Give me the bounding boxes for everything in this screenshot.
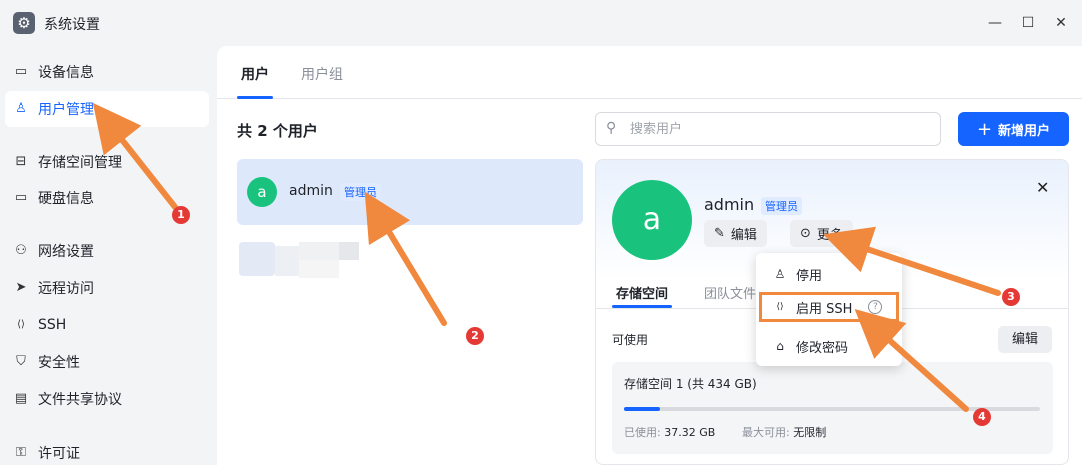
- sidebar-item-label: 文件共享协议: [38, 392, 122, 408]
- tab-underline: [237, 96, 273, 99]
- sidebar-item-file-sharing[interactable]: ▤ 文件共享协议: [5, 381, 209, 417]
- user-list-item[interactable]: a admin 管理员: [237, 159, 583, 225]
- annotation-marker: 1: [172, 206, 190, 224]
- sidebar-item-label: 安全性: [38, 355, 80, 371]
- search-box[interactable]: ⚲: [595, 112, 941, 146]
- sidebar-item-label: 用户管理: [38, 102, 94, 118]
- user-icon: ♙: [15, 101, 27, 116]
- sidebar-item-network[interactable]: ⚇ 网络设置: [5, 233, 209, 269]
- close-button[interactable]: ✕: [1050, 12, 1072, 34]
- sidebar-item-storage[interactable]: ⊟ 存储空间管理: [5, 144, 209, 180]
- sidebar-item-user-management[interactable]: ♙ 用户管理: [5, 91, 209, 127]
- sidebar-item-label: 网络设置: [38, 244, 94, 260]
- max-value: 无限制: [793, 426, 827, 439]
- add-user-button[interactable]: + 新增用户: [958, 112, 1069, 146]
- sidebar-item-label: SSH: [38, 317, 67, 333]
- minimize-button[interactable]: —: [984, 12, 1006, 34]
- used-info: 已使用: 37.32 GB: [624, 424, 715, 440]
- annotation-marker: 4: [973, 408, 991, 426]
- plus-icon: +: [976, 118, 993, 140]
- storage-usage-fill: [624, 407, 660, 411]
- sidebar-item-license[interactable]: ⚿ 许可证: [5, 435, 209, 465]
- avatar: a: [247, 177, 277, 207]
- menu-item-change-password[interactable]: ⌂ 修改密码: [762, 331, 896, 361]
- max-label: 最大可用:: [742, 426, 790, 439]
- sidebar-item-ssh[interactable]: ⟨⟩ SSH: [5, 307, 209, 343]
- menu-item-label: 停用: [796, 268, 823, 284]
- sidebar-item-label: 远程访问: [38, 281, 94, 297]
- storage-name: 存储空间 1 (共 434 GB): [624, 377, 757, 391]
- menu-item-label: 修改密码: [796, 340, 849, 356]
- menu-item-enable-ssh[interactable]: ⟨⟩ 启用 SSH ?: [759, 292, 899, 322]
- send-icon: ➤: [15, 280, 27, 295]
- sidebar-item-remote-access[interactable]: ➤ 远程访问: [5, 270, 209, 306]
- tab-bar: 用户 用户组: [217, 46, 1082, 99]
- user-name: admin: [289, 183, 333, 199]
- sidebar-item-label: 硬盘信息: [38, 191, 94, 207]
- shield-icon: ⛉: [16, 354, 26, 369]
- storage-icon: ⊟: [15, 154, 27, 169]
- file-icon: ▤: [14, 391, 28, 406]
- key-icon: ⚿: [16, 445, 26, 460]
- edit-label: 编辑: [730, 228, 757, 243]
- code-icon: ⟨⟩: [17, 319, 25, 330]
- more-button[interactable]: ⊙ 更多: [790, 220, 853, 247]
- annotation-marker: 3: [1002, 288, 1020, 306]
- sidebar-item-label: 存储空间管理: [38, 155, 122, 171]
- tab-team-files[interactable]: 团队文件: [704, 283, 756, 302]
- add-user-label: 新增用户: [998, 123, 1051, 139]
- network-icon: ⚇: [15, 243, 27, 258]
- sidebar-item-security[interactable]: ⛉ 安全性: [5, 344, 209, 380]
- lock-icon: ⌂: [776, 339, 784, 353]
- drive-icon: ▭: [14, 64, 28, 79]
- gear-icon: ⚙: [13, 12, 35, 34]
- sidebar: ▭ 设备信息 ♙ 用户管理 ⊟ 存储空间管理 ▭ 硬盘信息 ⚇ 网络设置 ➤ 远…: [0, 46, 217, 465]
- maximize-button[interactable]: ☐: [1017, 12, 1039, 34]
- user-disable-icon: ♙: [774, 267, 786, 281]
- storage-card: 存储空间 1 (共 434 GB) 已使用: 37.32 GB 最大可用: 无限…: [612, 362, 1053, 454]
- used-value: 37.32 GB: [664, 426, 716, 439]
- sidebar-item-label: 设备信息: [38, 65, 94, 81]
- used-label: 已使用:: [624, 426, 661, 439]
- sidebar-item-device-info[interactable]: ▭ 设备信息: [5, 54, 209, 90]
- max-info: 最大可用: 无限制: [742, 424, 826, 440]
- help-icon[interactable]: ?: [868, 300, 883, 314]
- window-title: 系统设置: [44, 17, 100, 33]
- main-panel: 用户 用户组 共 2 个用户 a admin 管理员 ⚲ + 新增用户 ✕ a …: [217, 46, 1082, 465]
- sidebar-item-label: 许可证: [38, 446, 80, 462]
- tab-storage[interactable]: 存储空间: [616, 283, 668, 302]
- tab-users[interactable]: 用户: [241, 64, 269, 84]
- close-icon[interactable]: ✕: [1036, 178, 1049, 197]
- code-icon: ⟨⟩: [776, 302, 784, 312]
- disk-icon: ▭: [14, 190, 28, 205]
- search-icon: ⚲: [606, 120, 617, 136]
- title-bar: ⚙ 系统设置 — ☐ ✕: [0, 0, 1082, 46]
- annotation-marker: 2: [466, 327, 484, 345]
- menu-item-label: 启用 SSH: [796, 301, 853, 317]
- edit-button[interactable]: ✎ 编辑: [704, 220, 767, 247]
- pencil-icon: ✎: [714, 226, 725, 241]
- user-count: 共 2 个用户: [237, 122, 318, 140]
- role-badge: 管理员: [340, 183, 381, 201]
- more-icon: ⊙: [800, 226, 811, 241]
- redacted-user-item: [239, 242, 359, 280]
- role-badge: 管理员: [761, 197, 802, 215]
- detail-user-name: admin: [704, 195, 755, 214]
- menu-item-disable[interactable]: ♙ 停用: [762, 259, 896, 289]
- tab-user-groups[interactable]: 用户组: [301, 64, 343, 84]
- avatar: a: [612, 180, 692, 260]
- more-menu: ♙ 停用 ⟨⟩ 启用 SSH ? ⌂ 修改密码: [756, 253, 902, 366]
- edit-quota-button[interactable]: 编辑: [998, 326, 1052, 353]
- search-input[interactable]: [630, 119, 930, 139]
- more-label: 更多: [816, 228, 843, 243]
- available-label: 可使用: [612, 333, 649, 347]
